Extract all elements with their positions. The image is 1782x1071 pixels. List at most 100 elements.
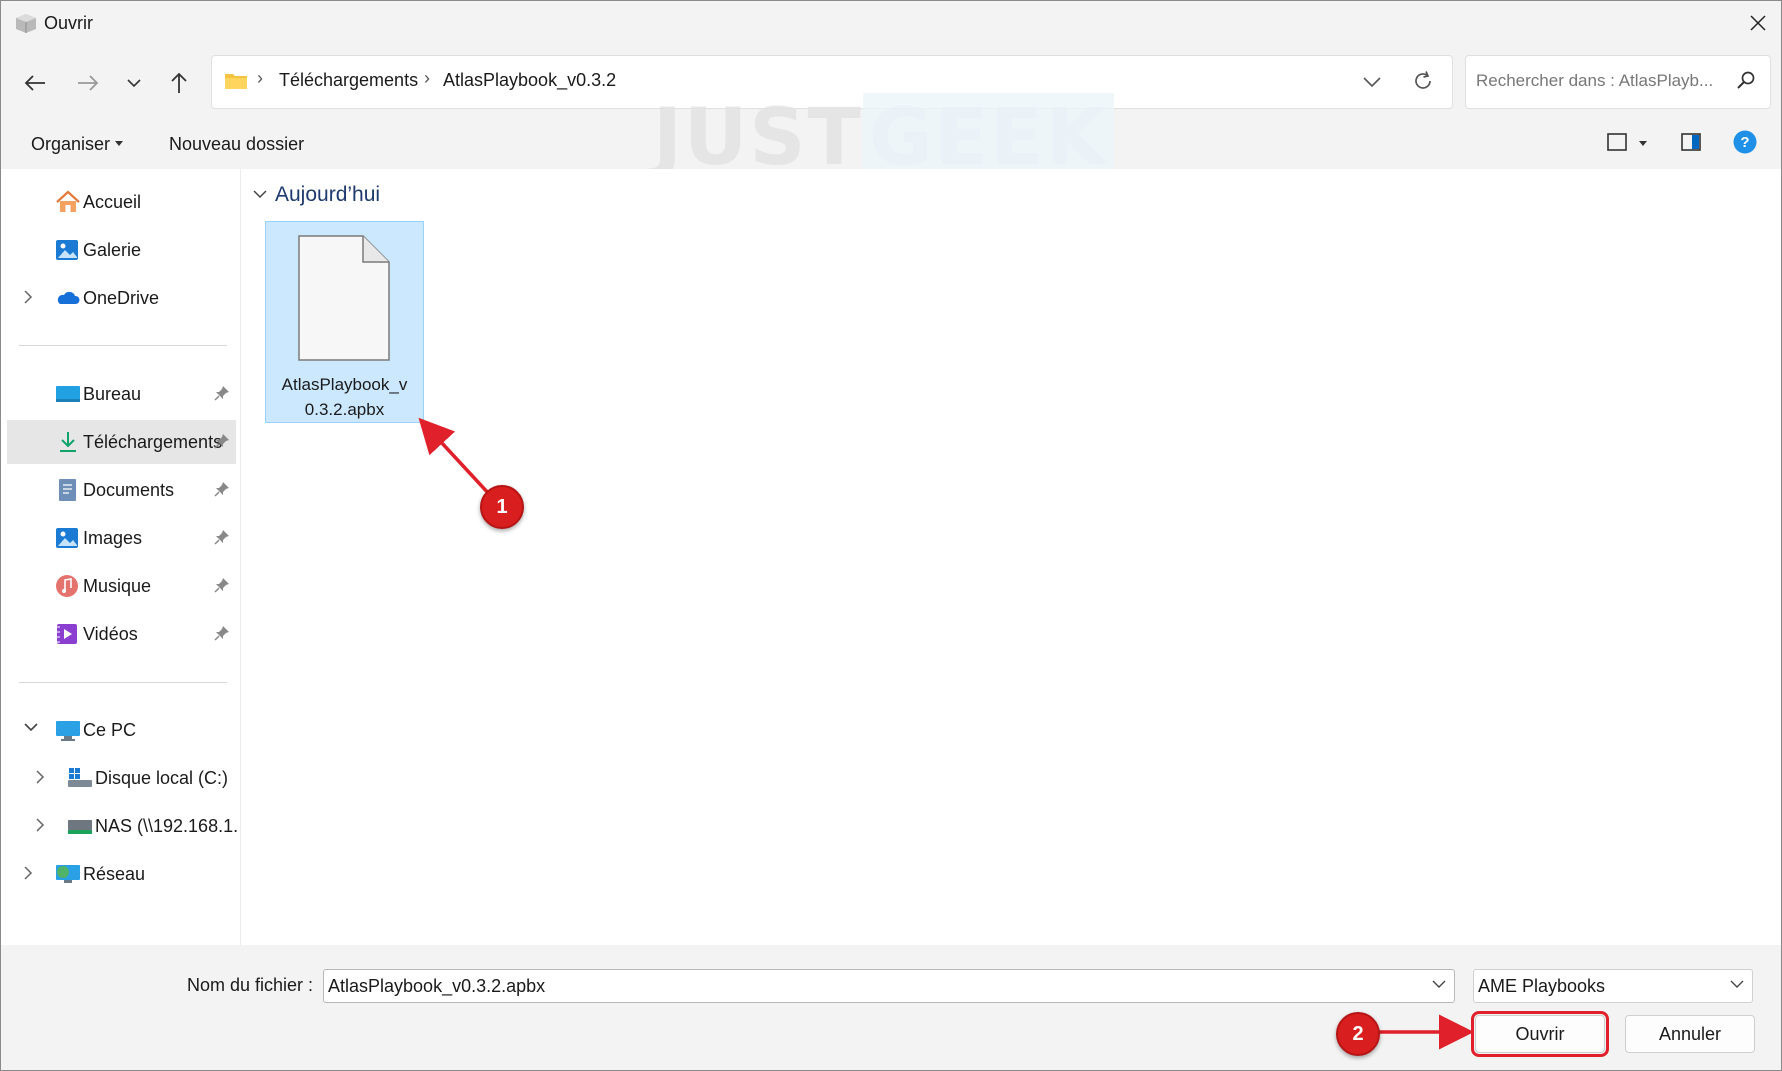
videos-icon [57,624,77,644]
sidebar-item-downloads[interactable]: Téléchargements [7,420,236,464]
organize-menu[interactable]: Organiser [31,134,110,155]
back-button[interactable] [15,63,55,103]
open-file-dialog: Ouvrir › Téléchargements › AtlasPlaybook… [0,0,1782,1071]
preview-pane-icon[interactable] [1681,133,1701,151]
sidebar-item-label: Téléchargements [83,432,223,452]
sidebar-item-label: Ce PC [83,720,137,740]
filename-field[interactable]: AtlasPlaybook_v0.3.2.apbx [323,969,1455,1003]
annotation-step-2-badge: 2 [1336,1012,1380,1056]
app-icon [16,14,36,33]
search-placeholder: Rechercher dans : AtlasPlayb... [1476,71,1714,90]
chevron-right-icon[interactable] [23,865,33,881]
file-name: AtlasPlaybook_v 0.3.2.apbx [266,372,423,422]
breadcrumb-separator: › [424,68,430,88]
sidebar-item-desktop[interactable]: Bureau [7,372,236,416]
sidebar-item-onedrive[interactable]: OneDrive [7,276,236,320]
chevron-right-icon[interactable] [35,817,45,833]
cancel-button[interactable]: Annuler [1625,1015,1755,1053]
sidebar-item-local-disk[interactable]: Disque local (C:) [7,756,236,800]
filetype-select[interactable]: AME Playbooks [1473,969,1753,1003]
file-name-line2: 0.3.2.apbx [304,400,385,419]
pin-icon[interactable] [214,529,230,545]
breadcrumb-separator: › [257,68,263,88]
pin-icon[interactable] [214,433,230,449]
file-list: Aujourd’hui AtlasPlaybook_v 0.3.2.apbx [241,169,1781,945]
new-folder-button[interactable]: Nouveau dossier [169,134,304,155]
arrow-left-icon [24,75,45,91]
chevron-down-icon [127,79,141,88]
chevron-down-icon[interactable] [23,721,39,733]
sidebar-item-gallery[interactable]: Galerie [7,228,236,272]
sidebar-item-label: Réseau [83,864,146,884]
refresh-icon[interactable] [1412,70,1434,92]
pc-icon [56,721,80,741]
pin-icon[interactable] [214,625,230,641]
view-options-icon[interactable] [1607,133,1627,151]
file-icon [298,235,390,361]
breadcrumb-downloads[interactable]: Téléchargements [279,70,418,91]
sidebar-divider [19,682,227,683]
download-icon [60,432,76,452]
close-icon [1750,15,1766,31]
close-button[interactable] [1735,1,1781,45]
sidebar-item-nas[interactable]: NAS (\\192.168.1. [7,804,239,848]
music-icon [56,575,78,597]
sidebar-item-label: Disque local (C:) [95,768,229,788]
pin-icon[interactable] [214,385,230,401]
sidebar-item-videos[interactable]: Vidéos [7,612,236,656]
arrow-right-icon [78,75,99,91]
sidebar-item-label: Bureau [83,384,142,404]
sidebar-item-label: Documents [83,480,175,500]
caret-down-icon[interactable] [1639,141,1647,147]
drive-icon [68,768,92,787]
folder-icon [225,74,247,89]
sidebar-item-images[interactable]: Images [7,516,236,560]
chevron-right-icon[interactable] [23,289,33,305]
sidebar-item-label: Musique [83,576,152,596]
sidebar-item-label: OneDrive [83,288,160,308]
group-label: Aujourd’hui [275,183,381,206]
sidebar-item-documents[interactable]: Documents [7,468,236,512]
search-box[interactable]: Rechercher dans : AtlasPlayb... [1465,55,1771,109]
recent-locations-button[interactable] [114,63,154,103]
sidebar-item-label: Accueil [83,192,142,212]
sidebar-divider [19,345,227,346]
onedrive-icon [57,291,80,304]
sidebar-item-network[interactable]: Réseau [7,852,236,896]
sidebar-item-this-pc[interactable]: Ce PC [7,708,236,752]
pin-icon[interactable] [214,481,230,497]
breadcrumb-current-folder[interactable]: AtlasPlaybook_v0.3.2 [443,70,616,91]
pin-icon[interactable] [214,577,230,593]
file-item[interactable]: AtlasPlaybook_v 0.3.2.apbx [265,221,424,423]
caret-down-icon [115,141,123,146]
chevron-down-icon[interactable] [1363,76,1381,88]
chevron-down-icon[interactable] [1432,978,1446,990]
documents-icon [59,479,76,501]
sidebar-item-home[interactable]: Accueil [7,180,236,224]
annotation-step-1-badge: 1 [480,485,524,529]
forward-button[interactable] [68,63,108,103]
network-icon [56,865,80,883]
images-icon [56,528,78,548]
title-bar: Ouvrir [1,1,1781,45]
sidebar-item-music[interactable]: Musique [7,564,236,608]
arrow-up-icon [171,72,187,93]
filetype-value: AME Playbooks [1478,976,1606,996]
filename-label: Nom du fichier : [187,975,314,995]
file-name-line1: AtlasPlaybook_v [281,375,408,394]
navigation-pane: Accueil Galerie OneDrive Bureau Téléchar… [1,169,241,945]
chevron-right-icon[interactable] [35,769,45,785]
window-title: Ouvrir [44,13,93,33]
up-button[interactable] [159,63,199,103]
search-icon [1737,71,1755,89]
svg-text:?: ? [1740,134,1749,151]
nas-icon [68,820,92,834]
open-button[interactable]: Ouvrir [1471,1011,1609,1057]
chevron-down-icon [1730,980,1744,988]
chevron-down-icon[interactable] [253,189,267,199]
help-icon[interactable]: ? [1733,130,1757,154]
gallery-icon [56,240,78,260]
sidebar-item-label: NAS (\\192.168.1. [95,816,239,836]
sidebar-item-label: Galerie [83,240,142,260]
sidebar-item-label: Images [83,528,143,548]
